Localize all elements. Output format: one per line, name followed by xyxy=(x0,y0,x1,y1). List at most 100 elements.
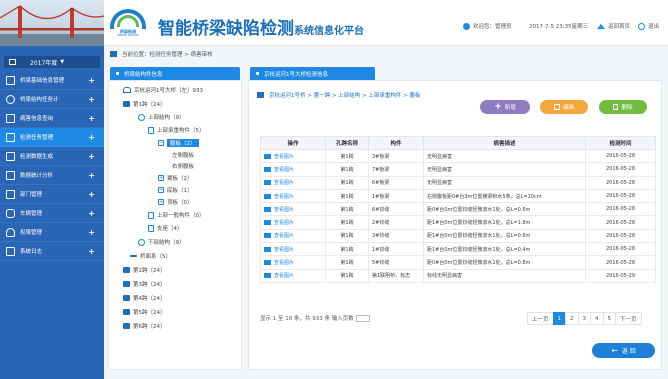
sidebar-item-statistics[interactable]: 数据统计分析 + xyxy=(0,166,104,185)
exit-link[interactable]: 退出 xyxy=(638,22,659,30)
sidebar-item-vehicles[interactable]: 车辆管理 + xyxy=(0,204,104,223)
bridge-icon xyxy=(123,87,131,93)
tree-node-span[interactable]: 第3跨（24） xyxy=(123,280,166,288)
sidebar-item-logs[interactable]: 系统日志 + xyxy=(0,242,104,261)
prev-page-button[interactable]: 上一页 xyxy=(527,312,554,325)
tree-node-bearing[interactable]: 支座（4） xyxy=(148,224,183,232)
back-button[interactable]: ← 返 回 xyxy=(592,343,655,358)
view-image-label[interactable]: 查看图片 xyxy=(274,207,294,213)
tree-node-deck[interactable]: 桥面系（5） xyxy=(130,252,171,260)
gear-icon xyxy=(138,238,145,246)
car-icon xyxy=(6,208,15,218)
inspection-tab[interactable]: 京杭运河1号大桥检测信息 xyxy=(250,67,375,80)
view-image-label[interactable]: 查看图片 xyxy=(274,273,294,279)
tree-node-flange[interactable]: + 翼板（2） xyxy=(158,174,193,182)
image-icon xyxy=(264,193,271,199)
page-button[interactable]: 4 xyxy=(590,312,604,325)
view-image-label[interactable]: 查看图片 xyxy=(274,194,294,200)
tree-node-bridge[interactable]: 京杭运河1号大桥（左）933 xyxy=(123,86,203,94)
year-selector[interactable]: 2017年度 ▼ xyxy=(4,56,100,68)
table-row[interactable]: 查看图片 第1跨 3#铰缝 距1#台0m位置铰缝轻微渗水1处，总L=0.6m 2016-… xyxy=(260,228,656,244)
view-image-link[interactable]: 查看图片 xyxy=(260,215,326,230)
department-icon xyxy=(6,189,15,199)
sidebar-item-inspection-task[interactable]: 检测任务管理 + xyxy=(0,128,104,147)
span-cell: 第1跨 xyxy=(325,215,369,230)
image-icon xyxy=(264,220,271,226)
table-row[interactable]: 查看图片 第1跨 6#铰缝 距0#台0m位置铰缝轻微渗水1处，总L=0.6m 2016-… xyxy=(260,202,656,217)
sidebar-item-data-generation[interactable]: 检测数据生成 + xyxy=(0,147,104,166)
page-number-input[interactable] xyxy=(355,314,370,322)
image-icon xyxy=(264,273,271,279)
table-row[interactable]: 查看图片 第1跨 1#板梁 右侧腹板距0#台3m位置横梁积水5条，总L=10cm 201… xyxy=(260,188,656,204)
add-button[interactable]: + 新增 xyxy=(480,100,530,114)
tree-node-structure[interactable]: 上部结构（9） xyxy=(138,113,185,121)
view-image-link[interactable]: 查看图片 xyxy=(260,228,326,244)
span-cell: 第1跨 xyxy=(325,162,369,177)
delete-button[interactable]: 删除 xyxy=(599,100,647,114)
image-icon xyxy=(264,233,271,239)
tree-node-web[interactable]: − 腹板（2） xyxy=(158,139,199,147)
view-image-label[interactable]: 查看图片 xyxy=(274,247,294,253)
tree-node-component-group[interactable]: 上部承重构件（5） xyxy=(148,126,205,134)
view-image-link[interactable]: 查看图片 xyxy=(260,175,326,190)
sidebar-item-structure-task[interactable]: 桥梁结构任务计 + xyxy=(0,90,104,109)
table-row[interactable]: 查看图片 第1跨 7#板梁 无明显病害 2016-05-28 xyxy=(260,162,656,177)
view-image-label[interactable]: 查看图片 xyxy=(274,260,294,266)
page-button[interactable]: 5 xyxy=(602,312,617,325)
view-image-label[interactable]: 查看图片 xyxy=(274,180,294,186)
page-button[interactable]: 2 xyxy=(565,312,579,325)
tree-node-substructure[interactable]: 下部结构（9） xyxy=(138,238,185,246)
view-image-label[interactable]: 查看图片 xyxy=(274,233,294,239)
description-cell: 距0#台0m位置铰缝轻微渗水1处，总L=0.8m xyxy=(423,255,586,270)
view-image-link[interactable]: 查看图片 xyxy=(260,242,326,257)
table-row[interactable]: 查看图片 第1跨 1#铰缝 距1#台0m位置铰缝轻微渗水1处，总L=0.4m 2016-… xyxy=(260,242,656,257)
sidebar-item-departments[interactable]: 部门管理 + xyxy=(0,185,104,204)
sidebar-item-disease-query[interactable]: 病害信息查询 + xyxy=(0,109,104,128)
view-image-link[interactable]: 查看图片 xyxy=(260,202,326,217)
tree-node-general-component[interactable]: 上部一般构件（0） xyxy=(148,211,205,219)
edit-button[interactable]: 编辑 xyxy=(540,100,588,114)
table-row[interactable]: 查看图片 第1跨 5#铰缝 距0#台0m位置铰缝轻微渗水1处，总L=0.8m 2016-… xyxy=(260,255,656,270)
view-image-label[interactable]: 查看图片 xyxy=(274,220,294,226)
expand-icon: + xyxy=(88,189,95,199)
span-icon xyxy=(123,323,130,329)
page-button[interactable]: 3 xyxy=(577,312,592,325)
table-row[interactable]: 查看图片 第1跨 3#板梁 无明显病害 2016-05-28 xyxy=(260,148,656,164)
date-cell: 2016-05-28 xyxy=(585,148,656,164)
tree-node-top[interactable]: + 顶板（0） xyxy=(158,198,193,206)
span-cell: 第1跨 xyxy=(325,242,369,257)
tree-node-leaf[interactable]: 左侧腹板 xyxy=(172,151,194,159)
view-image-label[interactable]: 查看图片 xyxy=(274,167,294,173)
tree-node-leaf[interactable]: 右侧腹板 xyxy=(172,162,194,170)
span-icon xyxy=(123,101,130,107)
table-row[interactable]: 查看图片 第1跨 2#铰缝 距1#台0m位置铰缝轻微渗水1处，总L=1.8m 2016-… xyxy=(260,215,656,230)
tree-node-span[interactable]: 第4跨（24） xyxy=(123,294,166,302)
sidebar-item-bridge-info[interactable]: 桥梁基础信息管理 + xyxy=(0,71,104,90)
next-page-button[interactable]: 下一页 xyxy=(615,312,642,325)
view-image-label[interactable]: 查看图片 xyxy=(274,154,294,160)
sidebar-item-permissions[interactable]: 权限管理 + xyxy=(0,223,104,242)
view-image-link[interactable]: 查看图片 xyxy=(260,148,326,164)
tree-node-span[interactable]: 第2跨（24） xyxy=(123,266,166,274)
view-image-link[interactable]: 查看图片 xyxy=(260,268,326,283)
square-icon xyxy=(256,72,259,75)
structure-tree-tab[interactable]: 桥梁结构件信息 xyxy=(110,67,240,80)
tree-node-span[interactable]: 第1跨（24） xyxy=(123,100,166,108)
span-icon xyxy=(123,281,130,287)
table-row[interactable]: 查看图片 第1跨 6#板梁 无明显病害 2016-05-28 xyxy=(260,175,656,190)
page-button[interactable]: 1 xyxy=(552,312,567,325)
image-icon xyxy=(264,153,271,159)
tree-node-span[interactable]: 第5跨（24） xyxy=(123,308,166,316)
home-link[interactable]: 返回首页 xyxy=(597,22,630,30)
datetime: 2017-7-5 23:35星期三 xyxy=(529,24,589,30)
date-cell: 2016-05-28 xyxy=(585,255,656,270)
tree-node-span[interactable]: 第6跨（24） xyxy=(123,322,166,330)
table-row[interactable]: 查看图片 第1跨 第1联明桥、标志 标线无明显病害 2016-05-29 xyxy=(260,268,656,283)
view-image-link[interactable]: 查看图片 xyxy=(260,162,326,177)
tree-node-bottom[interactable]: + 底板（1） xyxy=(158,186,193,194)
flag-icon xyxy=(110,51,117,57)
view-image-link[interactable]: 查看图片 xyxy=(260,255,326,270)
component-cell: 7#板梁 xyxy=(368,162,424,177)
view-image-link[interactable]: 查看图片 xyxy=(260,188,326,204)
deck-icon xyxy=(130,255,137,257)
